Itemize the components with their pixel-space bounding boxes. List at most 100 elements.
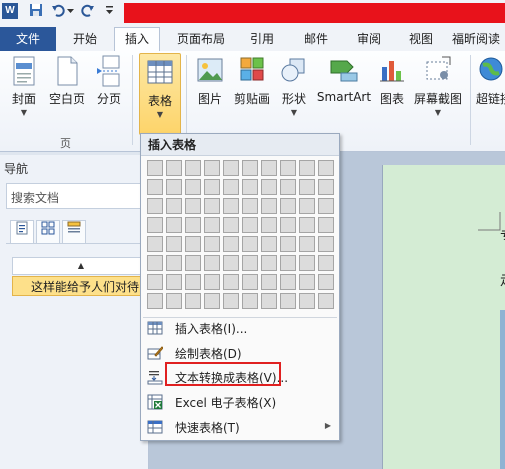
table-grid-cell[interactable] (223, 255, 239, 271)
table-grid-cell[interactable] (318, 198, 334, 214)
table-size-grid[interactable] (147, 160, 334, 314)
table-grid-cell[interactable] (318, 293, 334, 309)
excel-spreadsheet-menu-item[interactable]: Excel 电子表格(X) (141, 390, 339, 414)
table-grid-cell[interactable] (280, 274, 296, 290)
table-grid-cell[interactable] (299, 179, 315, 195)
table-grid-cell[interactable] (185, 293, 201, 309)
table-grid-cell[interactable] (280, 198, 296, 214)
table-grid-cell[interactable] (261, 236, 277, 252)
table-grid-cell[interactable] (242, 255, 258, 271)
table-grid-cell[interactable] (147, 217, 163, 233)
table-grid-cell[interactable] (185, 255, 201, 271)
table-grid-cell[interactable] (261, 217, 277, 233)
table-grid-cell[interactable] (280, 255, 296, 271)
table-grid-cell[interactable] (147, 236, 163, 252)
table-grid-cell[interactable] (299, 236, 315, 252)
tab-file[interactable]: 文件 (0, 27, 56, 51)
tab-page-layout[interactable]: 页面布局 (168, 28, 234, 50)
table-grid-cell[interactable] (318, 274, 334, 290)
table-grid-cell[interactable] (242, 160, 258, 176)
table-grid-cell[interactable] (166, 198, 182, 214)
table-grid-cell[interactable] (204, 293, 220, 309)
screenshot-button[interactable]: 屏幕截图 ▼ (412, 55, 464, 117)
tab-home[interactable]: 开始 (60, 28, 110, 50)
table-grid-cell[interactable] (299, 293, 315, 309)
table-grid-cell[interactable] (185, 179, 201, 195)
page-break-button[interactable]: 分页 (90, 55, 128, 107)
undo-icon[interactable] (50, 3, 66, 19)
table-grid-cell[interactable] (299, 274, 315, 290)
table-grid-cell[interactable] (261, 293, 277, 309)
table-grid-cell[interactable] (299, 217, 315, 233)
table-grid-cell[interactable] (280, 179, 296, 195)
table-grid-cell[interactable] (223, 198, 239, 214)
table-grid-cell[interactable] (166, 236, 182, 252)
nav-scroll-up-button[interactable]: ▲ (12, 257, 150, 275)
quick-tables-menu-item[interactable]: 快速表格(T) ▶ (141, 415, 339, 439)
table-grid-cell[interactable] (185, 198, 201, 214)
table-grid-cell[interactable] (223, 217, 239, 233)
table-grid-cell[interactable] (242, 198, 258, 214)
tab-foxit-reader[interactable]: 福昕阅读 (452, 28, 505, 50)
customize-icon[interactable] (104, 3, 114, 19)
table-grid-cell[interactable] (166, 255, 182, 271)
table-grid-cell[interactable] (204, 236, 220, 252)
table-grid-cell[interactable] (299, 160, 315, 176)
table-grid-cell[interactable] (204, 198, 220, 214)
table-grid-cell[interactable] (147, 293, 163, 309)
table-grid-cell[interactable] (318, 160, 334, 176)
table-grid-cell[interactable] (185, 274, 201, 290)
table-grid-cell[interactable] (166, 160, 182, 176)
table-grid-cell[interactable] (223, 179, 239, 195)
table-grid-cell[interactable] (204, 217, 220, 233)
redo-icon[interactable] (80, 3, 96, 19)
table-grid-cell[interactable] (204, 274, 220, 290)
table-grid-cell[interactable] (280, 160, 296, 176)
document-page[interactable] (382, 165, 505, 469)
table-grid-cell[interactable] (261, 255, 277, 271)
smartart-button[interactable]: SmartArt (314, 55, 374, 104)
table-grid-cell[interactable] (166, 274, 182, 290)
table-grid-cell[interactable] (147, 160, 163, 176)
table-grid-cell[interactable] (318, 236, 334, 252)
tab-view[interactable]: 视图 (398, 28, 444, 50)
table-grid-cell[interactable] (280, 236, 296, 252)
table-grid-cell[interactable] (242, 293, 258, 309)
table-grid-cell[interactable] (185, 160, 201, 176)
table-grid-cell[interactable] (261, 160, 277, 176)
table-grid-cell[interactable] (223, 160, 239, 176)
table-grid-cell[interactable] (280, 217, 296, 233)
table-grid-cell[interactable] (223, 293, 239, 309)
table-grid-cell[interactable] (261, 198, 277, 214)
blank-page-button[interactable]: 空白页 (44, 55, 90, 107)
tab-review[interactable]: 审阅 (346, 28, 392, 50)
table-grid-cell[interactable] (223, 236, 239, 252)
table-grid-cell[interactable] (223, 274, 239, 290)
table-grid-cell[interactable] (166, 217, 182, 233)
table-button[interactable]: 表格 ▼ (139, 53, 181, 135)
heading-view-icon[interactable] (10, 220, 34, 244)
table-grid-cell[interactable] (166, 293, 182, 309)
table-grid-cell[interactable] (166, 179, 182, 195)
nav-heading-item[interactable]: 这样能给予人们对待 (12, 276, 148, 296)
table-grid-cell[interactable] (242, 217, 258, 233)
table-grid-cell[interactable] (318, 217, 334, 233)
table-grid-cell[interactable] (147, 274, 163, 290)
table-grid-cell[interactable] (318, 255, 334, 271)
picture-button[interactable]: 图片 (190, 55, 230, 107)
table-grid-cell[interactable] (280, 293, 296, 309)
page-thumbnail-icon[interactable] (36, 220, 60, 244)
insert-table-menu-item[interactable]: 插入表格(I)... (141, 316, 339, 340)
table-grid-cell[interactable] (242, 236, 258, 252)
save-icon[interactable] (28, 3, 44, 19)
table-grid-cell[interactable] (147, 198, 163, 214)
table-grid-cell[interactable] (318, 179, 334, 195)
hyperlink-button[interactable]: 超链接 (476, 55, 505, 107)
tab-insert[interactable]: 插入 (114, 27, 160, 52)
table-grid-cell[interactable] (204, 255, 220, 271)
tab-references[interactable]: 引用 (240, 28, 284, 50)
table-grid-cell[interactable] (185, 236, 201, 252)
table-grid-cell[interactable] (242, 179, 258, 195)
table-grid-cell[interactable] (204, 160, 220, 176)
table-grid-cell[interactable] (261, 179, 277, 195)
